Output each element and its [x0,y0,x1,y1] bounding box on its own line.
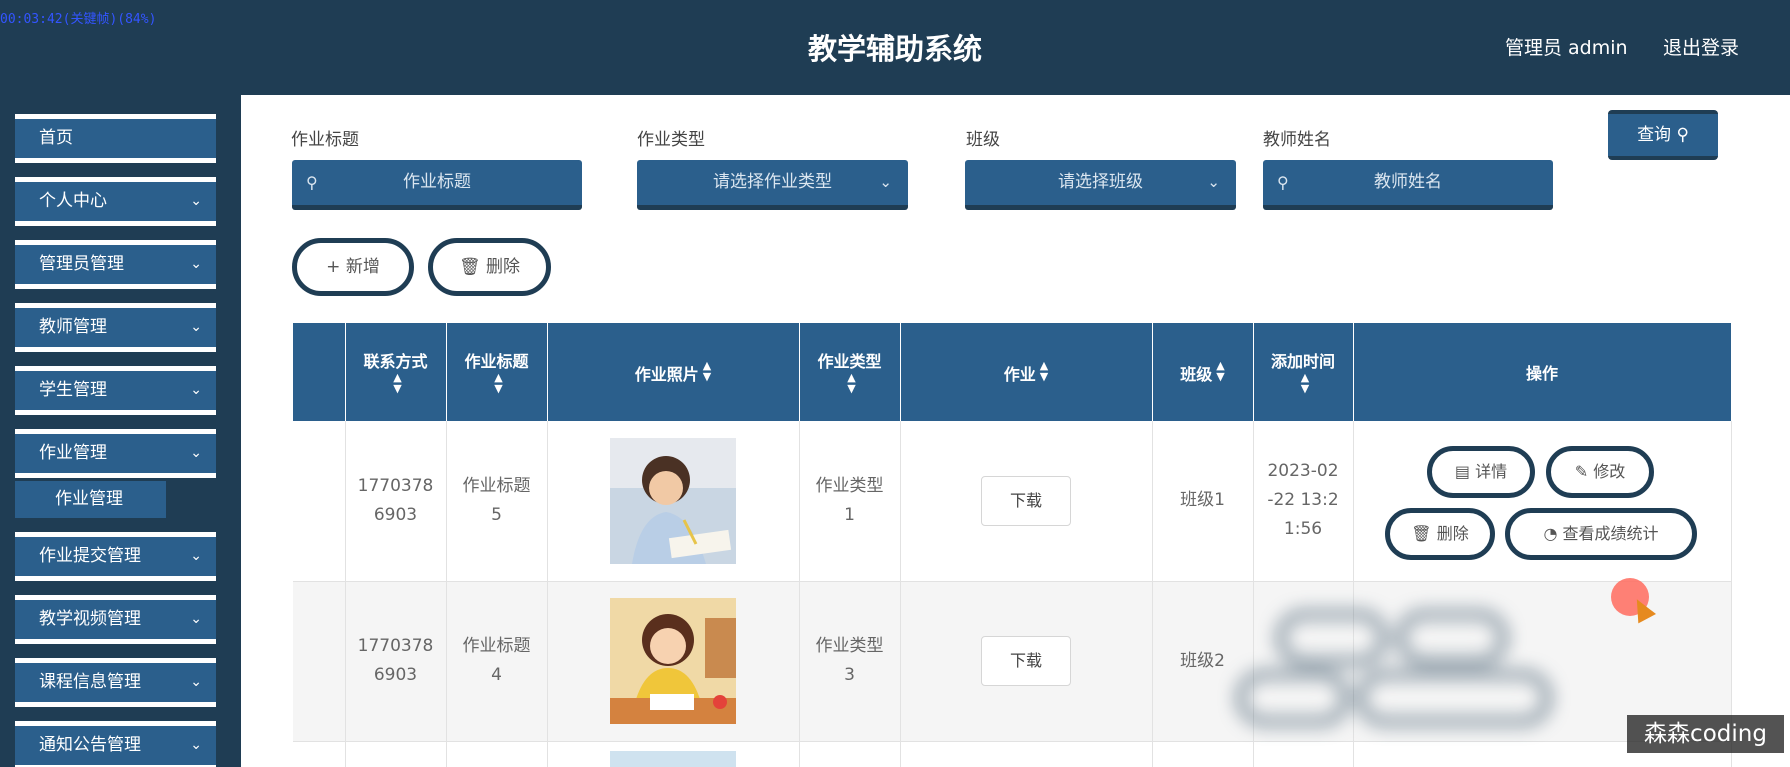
sort-icon[interactable]: ▲ ▼ [703,360,711,382]
sidebar-item-videos[interactable]: 教学视频管理 ⌄ [15,595,216,644]
sort-icon[interactable]: ▲ ▼ [847,372,855,394]
chevron-down-icon: ⌄ [190,445,202,461]
chevron-down-icon: ⌄ [879,173,892,191]
document-icon: ▤ [1454,462,1470,481]
search-icon: ⚲ [1277,173,1289,192]
column-header-title[interactable]: 作业标题 ▲ ▼ [446,323,548,421]
time-cell: 2023-02 -22 13:2 1:56 [1253,421,1354,582]
table-row: 1770378 6903 作业标题 5 作业类型 1 下载 班级1 2023-0… [293,421,1732,582]
search-icon: ⚲ [306,173,318,192]
sort-icon[interactable]: ▲ ▼ [1040,360,1048,382]
class-cell: 班级1 [1152,421,1254,582]
homework-cell: 下载 [900,421,1153,582]
column-header-time[interactable]: 添加时间 ▲ ▼ [1253,323,1354,421]
sidebar: 首页 个人中心 ⌄ 管理员管理 ⌄ 教师管理 ⌄ 学生管理 ⌄ 作业管理 ⌄ 作业管理 作… [0,95,241,767]
chevron-down-icon: ⌄ [190,193,202,209]
homework-cell: 下载 [900,581,1153,742]
watermark: 森森coding [1627,715,1784,753]
bulk-delete-button[interactable]: 🗑 删除 [428,238,551,296]
class-select[interactable]: 请选择班级 ⌄ [965,160,1236,210]
top-bar: 教学辅助系统 管理员 admin 退出登录 [0,0,1790,95]
delete-button[interactable]: 🗑 删除 [1385,508,1495,560]
type-select[interactable]: 请选择作业类型 ⌄ [637,160,908,210]
table-header-row: 联系方式 ▲ ▼ 作业标题 ▲ ▼ 作业照片 ▲ ▼ 作业类型 ▲ ▼ 作业 ▲ ▼ 班级 ▲ ▼ 添加… [293,323,1732,421]
photo-cell [547,581,800,742]
sidebar-item-teachers[interactable]: 教师管理 ⌄ [15,303,216,352]
sidebar-item-home[interactable]: 首页 [15,114,216,163]
select-column-header[interactable] [293,323,346,421]
chevron-down-icon: ⌄ [1207,173,1220,191]
title-search-input[interactable]: ⚲ 作业标题 [292,160,582,210]
sidebar-item-homework[interactable]: 作业管理 ⌄ [15,429,216,478]
add-button[interactable]: + 新增 [292,238,414,296]
column-header-homework[interactable]: 作业 ▲ ▼ [900,323,1153,421]
trash-icon: 🗑 [1411,524,1432,543]
row-select-cell[interactable] [293,581,346,742]
chevron-down-icon: ⌄ [190,611,202,627]
teacher-search-input[interactable]: ⚲ 教师姓名 [1263,160,1553,210]
title-cell: 作业标题 4 [446,581,548,742]
row-select-cell[interactable] [293,421,346,582]
column-header-actions: 操作 [1353,323,1732,421]
sidebar-item-students[interactable]: 学生管理 ⌄ [15,366,216,415]
contact-cell: 1770378 6903 [345,421,447,582]
filter-teacher-label: 教师姓名 [1263,130,1331,150]
title-cell: 作业标题 5 [446,421,548,582]
sidebar-item-notices[interactable]: 通知公告管理 ⌄ [15,721,216,767]
detail-button[interactable]: ▤ 详情 [1427,446,1535,498]
type-cell: 作业类型 3 [799,581,901,742]
sort-icon[interactable]: ▲ ▼ [1216,360,1224,382]
edit-button[interactable]: ✎ 修改 [1546,446,1654,498]
column-header-type[interactable]: 作业类型 ▲ ▼ [799,323,901,421]
homework-photo[interactable] [610,598,736,724]
chevron-down-icon: ⌄ [190,382,202,398]
sidebar-item-admins[interactable]: 管理员管理 ⌄ [15,240,216,289]
download-button[interactable]: 下载 [981,475,1071,526]
chevron-down-icon: ⌄ [190,674,202,690]
plus-icon: + [326,257,341,277]
column-header-class[interactable]: 班级 ▲ ▼ [1152,323,1254,421]
sort-icon[interactable]: ▲ ▼ [393,372,401,394]
column-header-photo[interactable]: 作业照片 ▲ ▼ [547,323,800,421]
sort-icon[interactable]: ▲ ▼ [494,372,502,394]
chevron-down-icon: ⌄ [190,548,202,564]
recording-indicator: 00:03:42(关键帧)(84%) [0,12,157,27]
filter-type-label: 作业类型 [637,130,705,150]
pie-chart-icon: ◔ [1543,524,1558,543]
sidebar-item-courses[interactable]: 课程信息管理 ⌄ [15,658,216,707]
query-button[interactable]: 查询 ⚲ [1608,110,1718,160]
search-icon: ⚲ [1676,125,1689,145]
filter-class-label: 班级 [966,130,1000,150]
column-header-contact[interactable]: 联系方式 ▲ ▼ [345,323,447,421]
chevron-down-icon: ⌄ [190,256,202,272]
admin-label: 管理员 admin [1505,37,1628,59]
photo-cell [547,421,800,582]
sort-icon[interactable]: ▲ ▼ [1301,372,1309,394]
logout-button[interactable]: 退出登录 [1663,33,1739,60]
sidebar-subitem-homework[interactable]: 作业管理 [15,481,166,518]
pencil-icon: ✎ [1574,462,1589,481]
homework-photo[interactable] [610,437,736,564]
sidebar-item-profile[interactable]: 个人中心 ⌄ [15,177,216,226]
download-button[interactable]: 下载 [981,636,1071,686]
filter-title-label: 作业标题 [291,130,359,150]
contact-cell: 1770378 6903 [345,581,447,742]
sidebar-item-submissions[interactable]: 作业提交管理 ⌄ [15,532,216,581]
chevron-down-icon: ⌄ [190,737,202,753]
view-stats-button[interactable]: ◔ 查看成绩统计 [1505,508,1697,560]
trash-icon: 🗑 [459,257,481,277]
type-cell: 作业类型 1 [799,421,901,582]
chevron-down-icon: ⌄ [190,319,202,335]
